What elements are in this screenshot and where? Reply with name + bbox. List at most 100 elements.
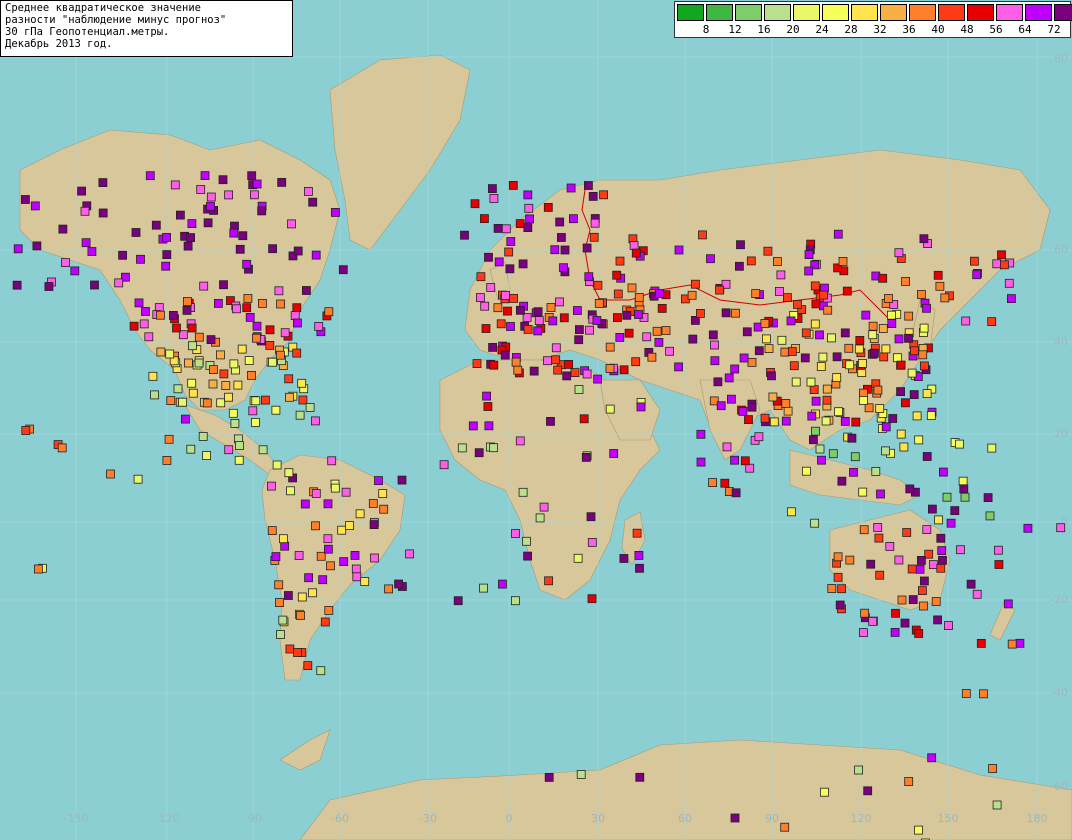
station-marker [721,308,731,318]
station-marker [585,325,594,335]
station-marker [298,395,308,405]
station-marker [691,279,700,289]
station-marker [970,256,979,266]
station-marker [81,238,91,248]
legend-label: 24 [815,23,829,36]
station-marker [901,398,910,408]
station-marker [275,350,285,360]
station-marker [904,333,913,343]
station-marker [840,328,850,338]
station-marker [1003,599,1013,609]
station-marker [20,195,30,204]
legend-swatch [677,4,704,21]
station-marker [858,487,868,497]
station-marker [292,303,302,313]
station-marker [1000,260,1009,270]
station-marker [696,429,706,439]
station-marker [489,193,499,203]
station-marker [781,398,791,408]
station-marker [760,413,770,423]
station-marker [183,358,193,368]
station-marker [284,374,294,384]
station-marker [634,551,644,560]
station-marker [909,390,919,400]
station-marker [508,180,518,190]
station-marker [251,333,261,343]
station-marker [546,303,556,312]
station-marker [70,266,80,276]
station-marker [879,352,889,362]
station-marker [284,468,294,478]
station-marker [619,365,629,375]
station-marker [800,353,810,363]
station-marker [584,181,593,190]
station-marker [939,467,948,477]
station-marker [783,406,793,416]
station-marker [284,392,294,402]
station-marker [888,414,898,423]
station-marker [775,286,784,296]
station-marker [285,644,295,654]
station-marker [219,280,228,290]
station-marker [470,199,480,209]
legend-label: 20 [786,23,800,36]
station-marker [300,499,310,509]
station-marker [245,312,255,322]
world-map: -150 -120 -90 -60 -30 0 30 60 90 120 150 180 80 60 40… [0,0,1072,840]
station-marker [855,335,865,345]
station-marker [858,358,867,368]
station-marker [674,362,683,372]
station-marker [901,276,910,286]
station-marker [224,445,234,455]
latitude-label: 60 [1054,243,1068,256]
station-marker [920,576,929,586]
station-marker [801,328,811,338]
station-marker [746,256,756,266]
longitude-label: -60 [331,812,349,825]
station-marker [708,330,718,340]
station-marker [208,379,218,389]
station-marker [199,281,209,291]
station-marker [946,518,956,528]
station-marker [615,332,625,342]
station-marker [487,184,497,194]
station-marker [369,520,379,529]
station-marker [525,214,534,224]
station-marker [237,344,247,354]
station-marker [501,290,510,300]
station-marker [304,573,314,583]
station-marker [730,455,739,465]
station-marker [760,319,770,328]
title-line-1: Среднее квадратическое значение [5,2,201,14]
station-marker [457,443,467,453]
station-marker [318,575,328,585]
station-marker [635,772,645,782]
station-marker [588,191,598,201]
station-marker [290,311,300,321]
station-marker [233,380,243,390]
station-marker [338,265,348,275]
station-marker [310,416,320,426]
station-marker [202,398,212,408]
station-marker [509,293,519,303]
station-marker [833,572,843,582]
station-marker [976,639,986,648]
station-marker [634,292,644,302]
station-marker [907,564,917,574]
station-marker [575,325,584,335]
station-marker [885,542,895,551]
station-marker [934,515,943,525]
station-marker [868,321,878,331]
station-marker [769,417,779,427]
station-marker [854,765,863,775]
station-marker [924,549,934,559]
station-marker [292,318,302,328]
station-marker [182,297,192,306]
latitude-label: 20 [1054,427,1068,440]
station-marker [731,308,740,318]
legend-swatch [880,4,907,21]
station-marker [326,561,335,571]
station-marker [789,361,799,371]
station-marker [804,250,814,260]
station-marker [731,488,741,498]
